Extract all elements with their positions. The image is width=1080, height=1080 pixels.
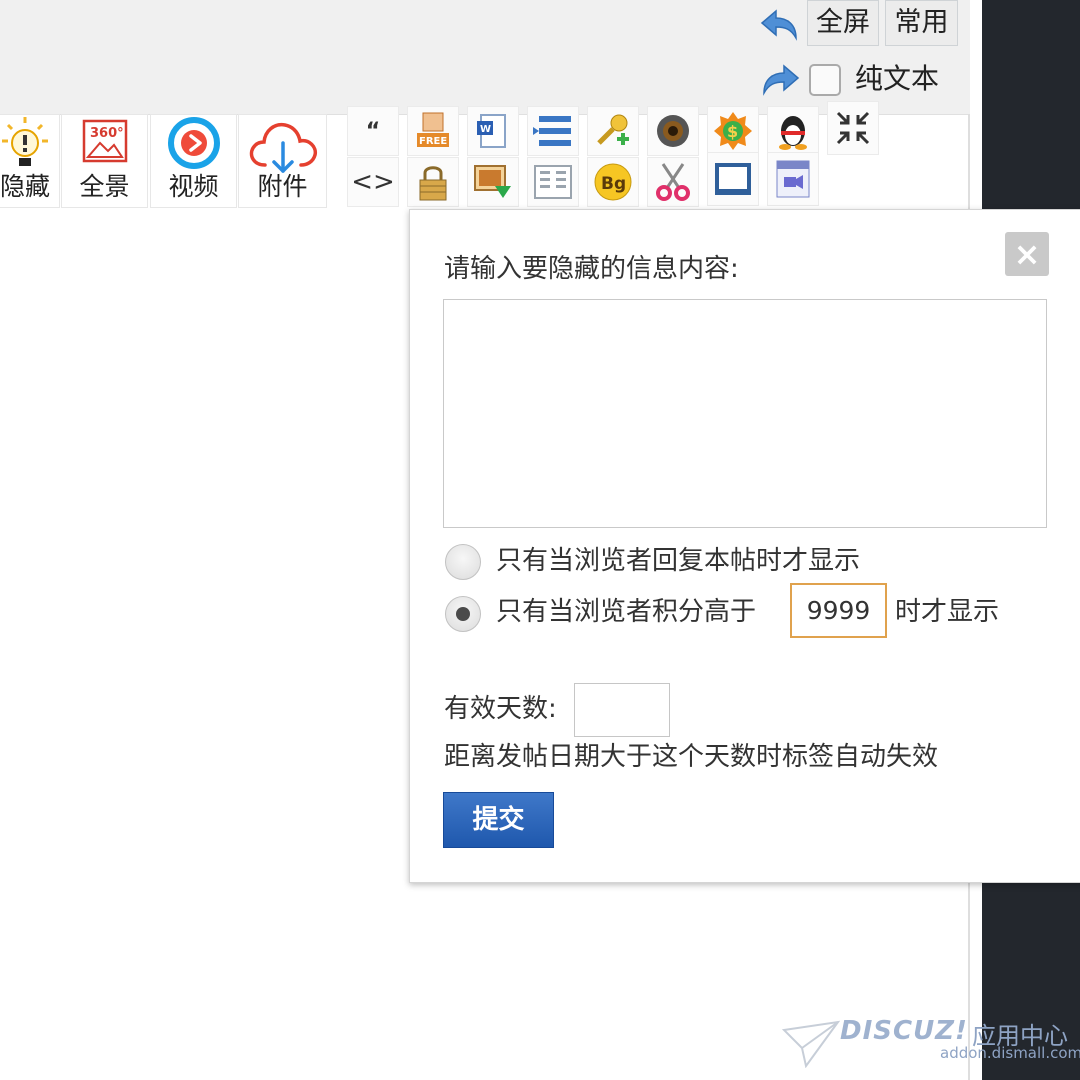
frame-icon <box>708 153 758 205</box>
valid-days-input[interactable] <box>574 683 670 737</box>
tool-attachment[interactable]: 附件 <box>238 114 327 208</box>
tool-bg[interactable]: Bg <box>587 157 639 207</box>
columns-icon <box>528 158 578 206</box>
tool-panorama[interactable]: 360° 全景 <box>61 114 148 208</box>
days-hint: 距离发帖日期大于这个天数时标签自动失效 <box>444 742 939 772</box>
svg-text:FREE: FREE <box>419 136 447 147</box>
tool-video[interactable]: 视频 <box>150 114 237 208</box>
tool-coin[interactable]: $ <box>707 106 759 156</box>
hide-content-dialog: 请输入要隐藏的信息内容: × 只有当浏览者回复本帖时才显示 只有当浏览者积分高于… <box>409 209 1080 883</box>
dialog-title: 请输入要隐藏的信息内容: <box>444 254 739 284</box>
tool-word[interactable]: W <box>467 106 519 156</box>
tool-hide[interactable]: 隐藏 <box>0 114 60 208</box>
svg-text:$: $ <box>727 122 738 141</box>
bulb-icon <box>2 117 48 166</box>
tool-image[interactable] <box>467 157 519 207</box>
tool-cut[interactable] <box>647 157 699 207</box>
plain-text-label: 纯文本 <box>855 62 940 95</box>
tool-lock[interactable] <box>407 157 459 207</box>
svg-text:W: W <box>480 124 491 135</box>
tool-key[interactable] <box>587 106 639 156</box>
tool-frame[interactable] <box>707 152 759 206</box>
redo-icon[interactable] <box>760 64 802 96</box>
camera-icon <box>648 107 698 155</box>
days-label: 有效天数: <box>444 694 557 724</box>
plain-text-checkbox[interactable] <box>809 64 841 96</box>
media-icon <box>768 153 818 205</box>
tool-shrink[interactable] <box>827 101 879 155</box>
common-button[interactable]: 常用 <box>885 0 958 46</box>
free-tag-icon: FREE <box>408 107 458 155</box>
tool-free[interactable]: FREE <box>407 106 459 156</box>
close-icon: × <box>1013 235 1041 273</box>
option-score-prefix: 只有当浏览者积分高于 <box>496 597 757 627</box>
video-play-icon <box>167 117 220 169</box>
word-doc-icon: W <box>468 107 518 155</box>
watermark-brand: DISCUZ! <box>840 1016 968 1046</box>
svg-text:360°: 360° <box>90 126 124 141</box>
key-add-icon <box>588 107 638 155</box>
quote-icon: “ <box>365 118 381 144</box>
panorama-360-icon: 360° <box>82 119 127 163</box>
close-button[interactable]: × <box>1005 232 1049 276</box>
paper-plane-icon <box>782 1020 840 1068</box>
hidden-content-textarea[interactable] <box>443 299 1047 528</box>
bg-color-icon: Bg <box>588 158 638 206</box>
radio-selected-dot <box>456 607 470 621</box>
tool-list[interactable] <box>527 106 579 156</box>
tool-code[interactable]: <> <box>347 157 399 207</box>
radio-reply[interactable] <box>445 544 481 580</box>
tool-quote[interactable]: “ <box>347 106 399 156</box>
discuz-watermark: DISCUZ! 应用中心 addon.dismall.com <box>782 1014 1080 1074</box>
undo-icon[interactable] <box>758 8 800 42</box>
fullscreen-button[interactable]: 全屏 <box>807 0 879 46</box>
code-icon: <> <box>351 167 395 197</box>
option-score-suffix: 时才显示 <box>895 597 1000 627</box>
tool-media[interactable] <box>767 152 819 206</box>
radio-score[interactable] <box>445 596 481 632</box>
tool-panorama-label: 全景 <box>79 172 130 201</box>
score-threshold-input[interactable]: 9999 <box>790 583 887 638</box>
image-insert-icon <box>468 158 518 206</box>
tool-video-label: 视频 <box>168 172 219 201</box>
tool-columns[interactable] <box>527 157 579 207</box>
watermark-url: addon.dismall.com <box>940 1044 1080 1062</box>
tool-attachment-label: 附件 <box>257 172 308 201</box>
qq-penguin-icon <box>768 107 818 155</box>
tool-hide-label: 隐藏 <box>0 172 50 201</box>
lock-icon <box>408 158 458 206</box>
tool-camera[interactable] <box>647 106 699 156</box>
scissors-icon <box>648 158 698 206</box>
shrink-icon <box>828 102 878 154</box>
submit-button[interactable]: 提交 <box>443 792 554 848</box>
list-icon <box>528 107 578 155</box>
svg-text:Bg: Bg <box>601 174 626 194</box>
option-reply-label: 只有当浏览者回复本帖时才显示 <box>496 546 861 576</box>
coin-icon: $ <box>708 107 758 155</box>
tool-qq[interactable] <box>767 106 819 156</box>
